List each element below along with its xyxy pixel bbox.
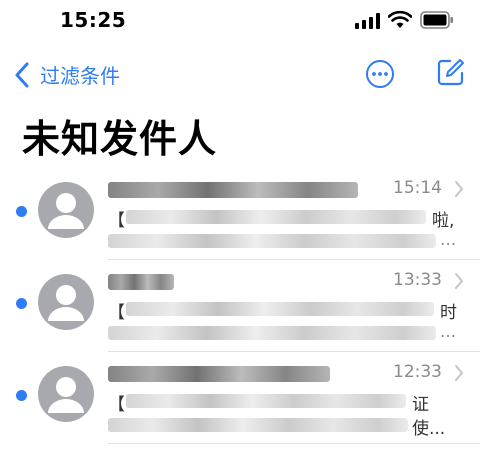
mail-time: 13:33 <box>393 270 442 290</box>
back-button-label: 过滤条件 <box>40 64 120 88</box>
avatar <box>38 274 94 330</box>
chevron-left-icon <box>15 62 29 87</box>
status-time: 15:25 <box>60 8 127 32</box>
person-icon <box>48 193 84 229</box>
preview-redacted <box>108 326 436 340</box>
subject-redacted <box>126 210 426 224</box>
back-button[interactable]: 过滤条件 <box>14 60 120 89</box>
avatar <box>38 366 94 422</box>
person-icon <box>48 285 84 321</box>
mail-subject: 【 时 <box>108 298 458 320</box>
mail-preview: ... <box>108 230 458 252</box>
preview-redacted <box>108 418 408 432</box>
mail-subject: 【 啦, <box>108 206 458 228</box>
sender-redacted <box>108 274 174 290</box>
mail-row[interactable]: 15:14 【 啦, ... <box>0 168 480 260</box>
avatar <box>38 182 94 238</box>
subject-open: 【 <box>108 303 125 320</box>
subject-open: 【 <box>108 211 125 228</box>
mail-list: 15:14 【 啦, ... 13:33 【 时 ... 12:33 【 证 使… <box>0 168 480 444</box>
subject-open: 【 <box>108 395 125 412</box>
unread-dot <box>16 298 27 309</box>
subject-redacted <box>126 394 406 408</box>
more-icon[interactable] <box>365 59 395 89</box>
chevron-right-icon <box>455 365 463 381</box>
sender-name <box>108 272 368 292</box>
person-icon <box>48 377 84 413</box>
page-title: 未知发件人 <box>22 117 218 161</box>
sender-name <box>108 180 368 200</box>
compose-icon[interactable] <box>437 58 465 86</box>
mail-time: 12:33 <box>393 362 442 382</box>
sender-redacted <box>108 182 358 198</box>
mail-preview: 使... <box>108 414 458 436</box>
chevron-right-icon <box>455 273 463 289</box>
subject-redacted <box>126 302 434 316</box>
wifi-icon <box>388 11 412 28</box>
preview-tail: ... <box>438 230 457 250</box>
subject-tail: 时 <box>438 298 457 320</box>
mail-time: 15:14 <box>393 178 442 198</box>
subject-tail: 啦, <box>430 206 455 228</box>
preview-tail: 使... <box>410 414 446 436</box>
signal-icon <box>355 13 380 29</box>
row-separator <box>108 443 480 444</box>
mail-row[interactable]: 12:33 【 证 使... <box>0 352 480 444</box>
mail-subject: 【 证 <box>108 390 458 412</box>
sender-name <box>108 364 368 384</box>
unread-dot <box>16 206 27 217</box>
chevron-right-icon <box>455 181 463 197</box>
battery-icon <box>420 11 453 29</box>
status-bar: 15:25 <box>0 0 480 40</box>
mail-row[interactable]: 13:33 【 时 ... <box>0 260 480 352</box>
sender-redacted <box>108 366 330 382</box>
mail-preview: ... <box>108 322 458 344</box>
preview-tail: ... <box>438 322 457 342</box>
subject-tail: 证 <box>410 390 429 412</box>
preview-redacted <box>108 234 436 248</box>
unread-dot <box>16 390 27 401</box>
